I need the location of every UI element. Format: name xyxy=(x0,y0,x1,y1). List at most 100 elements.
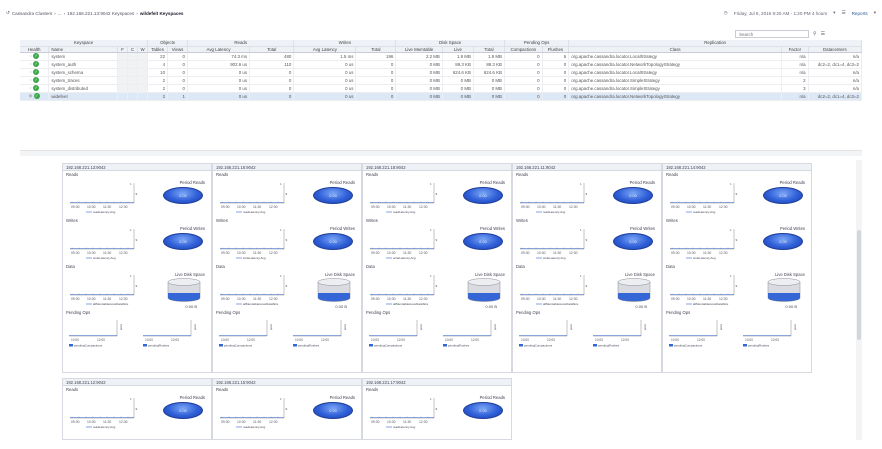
section-label: Reads xyxy=(366,387,379,392)
node-panel[interactable]: 192.168.221.13:9042 Reads 09:30 10:30 11:30 1… xyxy=(62,163,212,373)
cell-w xyxy=(137,52,149,61)
pending-chart: 10:00 12:00 pend pendingCompactions xyxy=(219,320,273,348)
search-input[interactable] xyxy=(735,30,809,38)
scroll-thumb[interactable] xyxy=(857,230,861,340)
y-unit-label: s xyxy=(586,192,588,196)
section-writes: Writes 09:30 10:30 11:30 12:30 s 1 writeLatency… xyxy=(213,218,361,264)
health-ok-icon: ✓ xyxy=(33,53,40,59)
cell-write_lat: 0 us xyxy=(293,68,357,77)
chevron-down-icon[interactable]: ▾ xyxy=(833,10,835,16)
cell-dcs: n/a xyxy=(808,84,863,93)
cell-read_lat: 0 us xyxy=(187,76,251,85)
y-unit-label: s xyxy=(136,192,138,196)
reports-button[interactable]: Reports xyxy=(852,11,868,16)
row-radio-icon[interactable]: ○ xyxy=(29,77,32,82)
node-panel[interactable]: 192.168.221.16:9042 Reads 09:30 10:30 11:30 1… xyxy=(212,163,362,373)
period-gauge: 0.00 xyxy=(463,187,503,204)
y-top-label: 1 xyxy=(430,397,432,401)
row-radio-icon[interactable]: ○ xyxy=(29,53,32,58)
line-chart: 09:30 10:30 11:30 12:30 s 1 allMemtablesLiveDa… xyxy=(370,274,438,306)
cell-flushes: 6 xyxy=(542,52,570,61)
axis-tick-label: 11:30 xyxy=(703,297,711,301)
y-axis-label: pend xyxy=(493,324,497,330)
breadcrumb-item-clusters[interactable]: Cassandra Clusters xyxy=(12,11,52,16)
legend-label: allMemtablesLiveDataSize xyxy=(393,302,429,306)
panel-title[interactable]: 192.168.221.11:9042 xyxy=(513,164,661,171)
row-radio-icon[interactable]: ○ xyxy=(29,69,32,74)
panel-title[interactable]: 192.168.221.14:9042 xyxy=(663,164,811,171)
breadcrumb-item-node[interactable]: 192.168.221.13:9042 Keyspaces xyxy=(67,11,134,16)
axis-tick-label: 09:30 xyxy=(521,297,530,301)
time-range[interactable]: Friday, Jul 8, 2016 9:20 AM - 1:20 PM 4 … xyxy=(734,11,827,16)
axis-tick-label: 10:00 xyxy=(521,338,529,342)
cell-dcs: dc2=2, dc1=4, dc3=2 xyxy=(808,60,863,69)
panel-title[interactable]: 192.168.221.15:9042 xyxy=(213,379,361,386)
row-radio-icon[interactable]: ○ xyxy=(29,85,32,90)
section-label: Writes xyxy=(516,218,528,223)
y-unit-label: s xyxy=(736,284,738,288)
legend-label: writeLatency.Avg xyxy=(543,256,566,260)
table-row[interactable]: ○ ✓ system 22 0 74.3 ms 480 1.5 ms 196 2.2 MB 1.9… xyxy=(20,52,863,61)
line-chart: 09:30 10:30 11:30 12:30 s 1 readLatency.Avg xyxy=(70,182,138,214)
panel-title[interactable]: 192.168.221.12:9042 xyxy=(63,379,211,386)
legend-label: allMemtablesLiveDataSize xyxy=(243,302,279,306)
cell-c xyxy=(127,60,138,69)
cell-f xyxy=(117,92,128,101)
disk-value: 0.00 B xyxy=(485,304,497,309)
chevron-down-icon[interactable]: ▾ xyxy=(874,10,876,16)
node-panel[interactable]: 192.168.221.14:9042 Reads 09:30 10:30 11:30 1… xyxy=(662,163,812,373)
table-row[interactable]: ○ ✓ system_distributed 2 0 0 us 0 0 us 0 0 MB 0 M… xyxy=(20,84,863,93)
axis-tick-label: 11:30 xyxy=(403,205,411,209)
horizontal-scrollbar[interactable] xyxy=(20,150,862,156)
table-row[interactable]: ○ ✓ system_schema 10 0 0 us 0 0 us 0 0 MB 624.6 K… xyxy=(20,68,863,77)
cell-write_total: 0 xyxy=(355,60,397,69)
legend-label: pendingCompactions xyxy=(224,344,253,348)
line-chart: 09:30 10:30 11:30 12:30 s 1 readLatency.Avg xyxy=(220,397,288,429)
axis-tick-label: 09:30 xyxy=(521,205,530,209)
section-pending: Pending Ops 10:00 12:00 pend pendingCompacti… xyxy=(363,310,511,356)
cell-read_lat: 0 us xyxy=(187,84,251,93)
search-icon[interactable]: ⚲ xyxy=(813,31,817,37)
node-panel[interactable]: 192.168.221.12:9042 Reads 09:30 10:30 11:30 1… xyxy=(62,378,212,440)
cell-read_total: 0 xyxy=(249,92,295,101)
axis-tick-label: 09:30 xyxy=(221,205,230,209)
node-panel[interactable]: 192.168.221.18:9042 Reads 09:30 10:30 11:30 1… xyxy=(362,163,512,373)
y-top-label: 1 xyxy=(580,182,582,186)
section-label: Data xyxy=(666,264,675,269)
line-chart: 09:30 10:30 11:30 12:30 s 1 writeLatency.Avg xyxy=(220,228,288,260)
panel-title[interactable]: 192.168.221.17:9042 xyxy=(363,379,511,386)
cell-w xyxy=(137,68,149,77)
node-panel[interactable]: 192.168.221.17:9042 Reads 09:30 10:30 11:30 1… xyxy=(362,378,512,440)
cell-name: system_auth xyxy=(48,60,119,69)
cell-write_lat: 0 us xyxy=(293,76,357,85)
node-panel[interactable]: 192.168.221.15:9042 Reads 09:30 10:30 11:30 1… xyxy=(212,378,362,440)
panel-title[interactable]: 192.168.221.13:9042 xyxy=(63,164,211,171)
row-radio-icon[interactable]: ○ xyxy=(29,61,32,66)
filter-icon[interactable]: ☰ xyxy=(821,31,825,37)
section-data: Data 09:30 10:30 11:30 12:30 s 1 allMemtablesLi… xyxy=(63,264,211,310)
row-radio-icon[interactable]: ◉ xyxy=(29,93,33,98)
cell-w xyxy=(137,76,149,85)
axis-tick-label: 12:00 xyxy=(697,338,705,342)
section-label: Writes xyxy=(366,218,378,223)
line-chart: 09:30 10:30 11:30 12:30 s 1 readLatency.Avg xyxy=(220,182,288,214)
panel-title[interactable]: 192.168.221.18:9042 xyxy=(363,164,511,171)
legend-label: writeLatency.Avg xyxy=(393,256,416,260)
y-top-label: 1 xyxy=(430,274,432,278)
breadcrumb-item-ellipsis[interactable]: ... xyxy=(58,11,62,16)
cell-write_lat: 0 us xyxy=(293,60,357,69)
section-label: Data xyxy=(66,264,75,269)
health-ok-icon: ✓ xyxy=(33,69,40,75)
vertical-scrollbar[interactable] xyxy=(856,160,862,440)
panel-title[interactable]: 192.168.221.16:9042 xyxy=(213,164,361,171)
header-tools: ◷ Friday, Jul 8, 2016 9:20 AM - 1:20 PM … xyxy=(724,10,876,16)
node-panel[interactable]: 192.168.221.11:9042 Reads 09:30 10:30 11:30 1… xyxy=(512,163,662,373)
pending-chart: 10:00 12:00 pend pendingCompactions xyxy=(519,320,573,348)
period-gauge: 0.00 xyxy=(163,233,203,250)
table-row[interactable]: ○ ✓ system_auth 4 0 902.6 us 110 0 us 0 0 MB 89.3… xyxy=(20,60,863,69)
back-icon[interactable]: ↺ xyxy=(6,10,10,16)
legend-label: readLatency.Avg xyxy=(243,210,266,214)
table-row[interactable]: ◉ ✓ widefeet 2 1 0 us 0 0 us 0 0 MB 0 MB 0 MB 0 0 org… xyxy=(20,92,863,101)
cell-write_total: 0 xyxy=(355,68,397,77)
table-row[interactable]: ○ ✓ system_traces 2 0 0 us 0 0 us 0 0 MB 0 MB 0 MB… xyxy=(20,76,863,85)
